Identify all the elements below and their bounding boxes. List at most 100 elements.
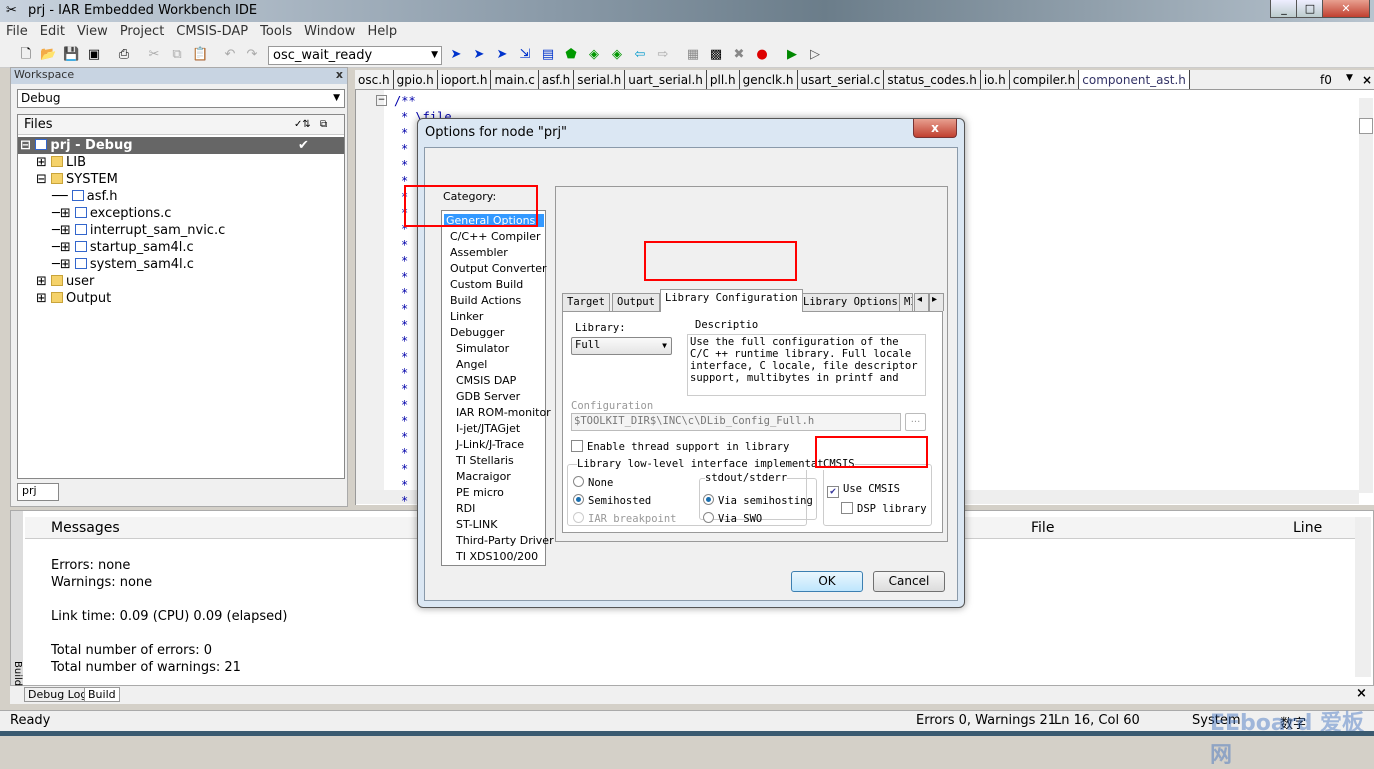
messages-scrollbar[interactable]: [1355, 517, 1371, 677]
find-combo[interactable]: osc_wait_ready ▼: [268, 46, 442, 65]
use-cmsis-checkbox[interactable]: ✔ Use CMSIS: [827, 483, 900, 498]
browse-button[interactable]: ...: [905, 413, 926, 431]
undo-icon[interactable]: ↶: [222, 47, 238, 63]
tab-component-ast-h[interactable]: component_ast.h: [1079, 70, 1190, 89]
dialog-tab[interactable]: Library Options: [798, 293, 903, 311]
copy-icon[interactable]: ⧉: [169, 47, 185, 63]
download-debug-icon[interactable]: ▶: [784, 47, 800, 63]
ok-button[interactable]: OK: [791, 571, 863, 592]
tab-osc-h[interactable]: osc.h: [355, 70, 394, 89]
category-item[interactable]: Build Actions: [450, 294, 521, 307]
debug-without-download-icon[interactable]: ▷: [807, 47, 823, 63]
scroll-right-icon[interactable]: ▸: [929, 293, 944, 311]
menu-view[interactable]: View: [71, 22, 114, 39]
options-column-icon[interactable]: ⧉: [320, 115, 327, 135]
tab-compiler-h[interactable]: compiler.h: [1010, 70, 1080, 89]
category-item[interactable]: Assembler: [450, 246, 508, 259]
tree-item-file[interactable]: ─⊞ exceptions.c: [52, 205, 171, 222]
dialog-tab[interactable]: MI: [899, 293, 913, 311]
category-item[interactable]: Custom Build: [450, 278, 523, 291]
radio-iar-breakpoint[interactable]: IAR breakpoint: [573, 512, 677, 525]
make-icon[interactable]: ▩: [708, 47, 724, 63]
category-item[interactable]: IAR ROM-monitor: [456, 406, 551, 419]
radio-semihosted[interactable]: Semihosted: [573, 494, 651, 507]
function-indicator[interactable]: f0: [1317, 70, 1335, 89]
tab-ioport-h[interactable]: ioport.h: [438, 70, 492, 89]
category-item[interactable]: Macraigor: [456, 470, 511, 483]
tree-item-file[interactable]: ─⊞ system_sam4l.c: [52, 256, 194, 273]
vertical-scrollbar[interactable]: [1359, 98, 1373, 493]
cancel-button[interactable]: Cancel: [873, 571, 945, 592]
category-item[interactable]: CMSIS DAP: [456, 374, 516, 387]
tree-item-file[interactable]: ─⊞ startup_sam4l.c: [52, 239, 194, 256]
configuration-select[interactable]: Debug ▼: [17, 89, 345, 108]
cut-icon[interactable]: ✂: [146, 47, 162, 63]
dialog-tab[interactable]: Library Configuration: [660, 289, 803, 312]
tab-pll-h[interactable]: pll.h: [707, 70, 740, 89]
tab-status-codes-h[interactable]: status_codes.h: [884, 70, 981, 89]
dialog-tab[interactable]: Target: [562, 293, 610, 311]
tree-item-file[interactable]: ─⊞ interrupt_sam_nvic.c: [52, 222, 225, 239]
find-in-files-icon[interactable]: ➤: [494, 47, 510, 63]
prev-bookmark-icon[interactable]: ◈: [586, 47, 602, 63]
tree-item-folder[interactable]: ⊞ LIB: [36, 154, 86, 171]
collapse-icon[interactable]: −: [376, 95, 387, 106]
tab-main-c[interactable]: main.c: [491, 70, 539, 89]
dsp-library-checkbox[interactable]: DSP library: [841, 502, 927, 515]
category-item[interactable]: ST-LINK: [456, 518, 497, 531]
radio-via-semihosting[interactable]: Via semihosting: [703, 494, 813, 507]
category-item[interactable]: TI Stellaris: [456, 454, 514, 467]
navigate-back-icon[interactable]: ⇦: [632, 47, 648, 63]
bookmark-icon[interactable]: ⬟: [563, 47, 579, 63]
new-file-icon[interactable]: 🗋: [18, 47, 34, 63]
stop-build-icon[interactable]: ✖: [731, 47, 747, 63]
find-icon[interactable]: ➤: [448, 47, 464, 63]
tree-item-file[interactable]: ── asf.h: [52, 188, 118, 205]
dialog-tab[interactable]: Output: [612, 293, 660, 311]
close-icon[interactable]: x: [336, 68, 343, 81]
tree-item-folder[interactable]: ⊟ SYSTEM: [36, 171, 118, 188]
category-item[interactable]: Output Converter: [450, 262, 547, 275]
scrollbar-thumb[interactable]: [1359, 118, 1373, 134]
tree-item-project[interactable]: ⊟ prj - Debug ✔: [18, 137, 344, 154]
category-item[interactable]: GDB Server: [456, 390, 520, 403]
menu-cmsis-dap[interactable]: CMSIS-DAP: [170, 22, 254, 39]
tab-io-h[interactable]: io.h: [981, 70, 1010, 89]
compile-icon[interactable]: ▦: [685, 47, 701, 63]
category-item[interactable]: Linker: [450, 310, 483, 323]
minimize-button[interactable]: _: [1270, 0, 1298, 18]
category-item[interactable]: Third-Party Driver: [456, 534, 554, 547]
paste-icon[interactable]: 📋: [192, 47, 208, 63]
tree-item-folder[interactable]: ⊞ Output: [36, 290, 111, 307]
maximize-button[interactable]: □: [1296, 0, 1324, 18]
chevron-down-icon[interactable]: ▼: [1343, 70, 1356, 89]
redo-icon[interactable]: ↷: [244, 47, 260, 63]
category-item[interactable]: Simulator: [456, 342, 509, 355]
close-icon[interactable]: ×: [1359, 70, 1374, 89]
navigate-forward-icon[interactable]: ⇨: [655, 47, 671, 63]
save-all-icon[interactable]: ▣: [86, 47, 102, 63]
close-icon[interactable]: ×: [1356, 686, 1367, 701]
save-icon[interactable]: 💾: [63, 47, 79, 63]
tab-serial-h[interactable]: serial.h: [574, 70, 626, 89]
category-item[interactable]: TI XDS100/200: [456, 550, 538, 563]
tab-usart-serial-c[interactable]: usart_serial.c: [798, 70, 885, 89]
goto-icon[interactable]: ▤: [540, 47, 556, 63]
menu-help[interactable]: Help: [361, 22, 403, 39]
category-item[interactable]: J-Link/J-Trace: [456, 438, 524, 451]
next-bookmark-icon[interactable]: ◈: [609, 47, 625, 63]
tab-asf-h[interactable]: asf.h: [539, 70, 575, 89]
breakpoint-icon[interactable]: ●: [754, 47, 770, 63]
messages-column[interactable]: Messages: [51, 520, 120, 536]
category-item[interactable]: PE micro: [456, 486, 504, 499]
category-item[interactable]: I-jet/JTAGjet: [456, 422, 520, 435]
tree-item-folder[interactable]: ⊞ user: [36, 273, 94, 290]
close-button[interactable]: ✕: [1322, 0, 1370, 18]
menu-project[interactable]: Project: [114, 22, 170, 39]
thread-support-checkbox[interactable]: Enable thread support in library: [571, 440, 789, 453]
scroll-left-icon[interactable]: ◂: [914, 293, 929, 311]
menu-tools[interactable]: Tools: [254, 22, 298, 39]
library-select[interactable]: Full ▼: [571, 337, 672, 355]
open-folder-icon[interactable]: 📂: [40, 47, 56, 63]
category-item[interactable]: RDI: [456, 502, 475, 515]
